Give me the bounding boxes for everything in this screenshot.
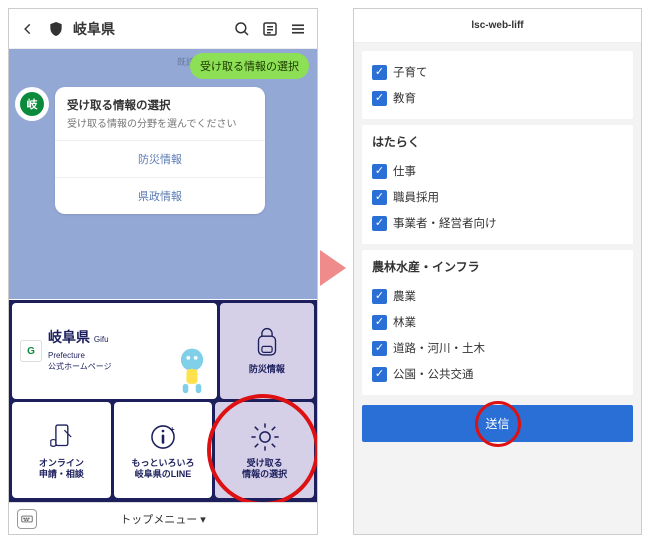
checkbox-checked-icon[interactable]: ✓ <box>372 216 387 231</box>
card-title: 受け取る情報の選択 <box>55 87 265 115</box>
submit-label: 送信 <box>485 417 509 431</box>
checkbox-checked-icon[interactable]: ✓ <box>372 65 387 80</box>
liff-header: lsc-web-liff <box>354 9 641 43</box>
phone-left: 岐阜県 既読 受け取る情報の選択 岐 受け取る情報の選択 受け取る情報の分野を選… <box>8 8 318 535</box>
submit-button[interactable]: 送信 <box>362 405 633 442</box>
section-title: はたらく <box>372 133 623 150</box>
shield-icon <box>45 18 67 40</box>
checkbox-label: 農業 <box>393 288 416 304</box>
avatar-badge: 岐 <box>20 92 44 116</box>
checkbox-checked-icon[interactable]: ✓ <box>372 190 387 205</box>
chat-area: 既読 受け取る情報の選択 岐 受け取る情報の選択 受け取る情報の分野を選んでくだ… <box>9 49 317 299</box>
checkbox-row[interactable]: ✓ 職員採用 <box>372 184 623 210</box>
section-top: ✓ 子育て ✓ 教育 <box>362 51 633 119</box>
rich-menu-hero[interactable]: G 岐阜県 Gifu Prefecture 公式ホームページ <box>12 303 217 399</box>
checkbox-row[interactable]: ✓ 仕事 <box>372 158 623 184</box>
keyboard-icon[interactable] <box>17 509 37 529</box>
card-desc: 受け取る情報の分野を選んでください <box>55 115 265 140</box>
section-work: はたらく ✓ 仕事 ✓ 職員採用 ✓ 事業者・経営者向け <box>362 125 633 244</box>
checkbox-checked-icon[interactable]: ✓ <box>372 315 387 330</box>
hero-sub: 公式ホームページ <box>48 361 112 372</box>
section-infra: 農林水産・インフラ ✓ 農業 ✓ 林業 ✓ 道路・河川・土木 ✓ 公園・公共交通 <box>362 250 633 395</box>
checkbox-checked-icon[interactable]: ✓ <box>372 367 387 382</box>
rich-menu-cell-online[interactable]: オンライン 申請・相談 <box>12 402 111 498</box>
cell-label: オンライン 申請・相談 <box>39 458 84 481</box>
card-button[interactable]: 防災情報 <box>55 140 265 177</box>
checkbox-checked-icon[interactable]: ✓ <box>372 341 387 356</box>
rich-menu-cell-bosai[interactable]: 防災情報 <box>220 303 314 399</box>
chat-header: 岐阜県 <box>9 9 317 49</box>
checkbox-label: 事業者・経営者向け <box>393 215 497 231</box>
section-title: 農林水産・インフラ <box>372 258 623 275</box>
list-icon[interactable] <box>259 18 281 40</box>
cell-label: 受け取る 情報の選択 <box>242 458 287 481</box>
checkbox-row[interactable]: ✓ 道路・河川・土木 <box>372 335 623 361</box>
checkbox-label: 職員採用 <box>393 189 439 205</box>
checkbox-label: 仕事 <box>393 163 416 179</box>
checkbox-label: 教育 <box>393 90 416 106</box>
svg-text:+: + <box>170 424 175 434</box>
rich-menu-cell-select[interactable]: 受け取る 情報の選択 <box>215 402 314 498</box>
checkbox-label: 子育て <box>393 64 428 80</box>
checkbox-row[interactable]: ✓ 農業 <box>372 283 623 309</box>
checkbox-checked-icon[interactable]: ✓ <box>372 164 387 179</box>
checkbox-label: 道路・河川・土木 <box>393 340 485 356</box>
info-icon: + <box>146 420 180 454</box>
checkbox-label: 公園・公共交通 <box>393 366 474 382</box>
phone-hand-icon <box>44 420 78 454</box>
hero-title: 岐阜県 <box>48 329 90 345</box>
search-icon[interactable] <box>231 18 253 40</box>
liff-body: ✓ 子育て ✓ 教育 はたらく ✓ 仕事 ✓ 職員採用 ✓ 事業者・経営者向け <box>354 43 641 534</box>
back-icon[interactable] <box>17 18 39 40</box>
backpack-icon <box>250 326 284 360</box>
checkbox-row[interactable]: ✓ 子育て <box>372 59 623 85</box>
checkbox-row[interactable]: ✓ 事業者・経営者向け <box>372 210 623 236</box>
footer-label: トップメニュー ▾ <box>120 511 206 527</box>
card-button[interactable]: 県政情報 <box>55 177 265 214</box>
arrow-icon <box>320 250 346 286</box>
gear-icon <box>248 420 282 454</box>
checkbox-row[interactable]: ✓ 公園・公共交通 <box>372 361 623 387</box>
reply-card: 受け取る情報の選択 受け取る情報の分野を選んでください 防災情報 県政情報 <box>55 87 265 214</box>
phone-right: lsc-web-liff ✓ 子育て ✓ 教育 はたらく ✓ 仕事 ✓ 職員採用 <box>353 8 642 535</box>
checkbox-label: 林業 <box>393 314 416 330</box>
submit-wrap: 送信 <box>362 405 633 442</box>
menu-icon[interactable] <box>287 18 309 40</box>
checkbox-row[interactable]: ✓ 林業 <box>372 309 623 335</box>
rich-menu-cell-more[interactable]: + もっといろいろ 岐阜県のLINE <box>114 402 213 498</box>
checkbox-checked-icon[interactable]: ✓ <box>372 289 387 304</box>
footer-bar[interactable]: トップメニュー ▾ <box>9 502 317 534</box>
logo-icon: G <box>20 340 42 362</box>
user-bubble: 受け取る情報の選択 <box>190 53 309 79</box>
checkbox-checked-icon[interactable]: ✓ <box>372 91 387 106</box>
avatar: 岐 <box>15 87 49 121</box>
cell-label: 防災情報 <box>249 364 285 375</box>
cell-label: もっといろいろ 岐阜県のLINE <box>132 458 195 481</box>
mascot-icon <box>173 343 211 395</box>
checkbox-row[interactable]: ✓ 教育 <box>372 85 623 111</box>
chat-title: 岐阜県 <box>73 19 225 39</box>
rich-menu: G 岐阜県 Gifu Prefecture 公式ホームページ <box>9 300 317 502</box>
